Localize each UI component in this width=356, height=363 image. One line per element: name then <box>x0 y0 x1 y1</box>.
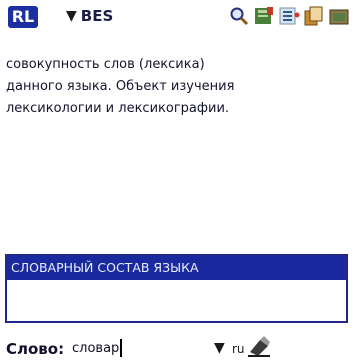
app-logo-badge[interactable]: RL <box>8 6 38 28</box>
chevron-down-icon: ▼ <box>66 8 77 24</box>
lookup-selected-item[interactable]: СЛОВАРНЫЙ СОСТАВ ЯЗЫКА <box>7 256 346 280</box>
definition-text: совокупность слов (лексика) данного язык… <box>6 54 346 120</box>
eraser-icon[interactable] <box>246 334 272 358</box>
language-indicator: ru <box>232 342 245 356</box>
dictionary-name: BES <box>80 7 114 25</box>
copy-icon[interactable] <box>303 4 325 28</box>
dictionary-selector[interactable]: ▼ BES <box>66 5 113 27</box>
text-cursor <box>120 339 123 357</box>
definition-line: лексикологии и лексикографии. <box>6 101 230 116</box>
lookup-list[interactable]: СЛОВАРНЫЙ СОСТАВ ЯЗЫКА <box>5 254 348 323</box>
toolbar: RL ▼ BES <box>0 0 356 34</box>
definition-line: данного языка. Объект изучения <box>6 79 235 94</box>
word-input[interactable]: словар <box>72 338 172 358</box>
search-icon[interactable] <box>228 4 250 28</box>
definition-line: совокупность слов (лексика) <box>6 57 205 72</box>
word-label: Слово: <box>6 340 65 358</box>
dictionary-book-icon[interactable] <box>253 4 275 28</box>
settings-icon[interactable] <box>328 4 350 28</box>
toolbar-icons <box>228 4 350 28</box>
word-bar: Слово: словар ▼ ru <box>6 336 350 360</box>
list-icon[interactable] <box>278 4 300 28</box>
word-input-value: словар <box>72 340 120 356</box>
chevron-down-icon[interactable]: ▼ <box>214 340 225 356</box>
